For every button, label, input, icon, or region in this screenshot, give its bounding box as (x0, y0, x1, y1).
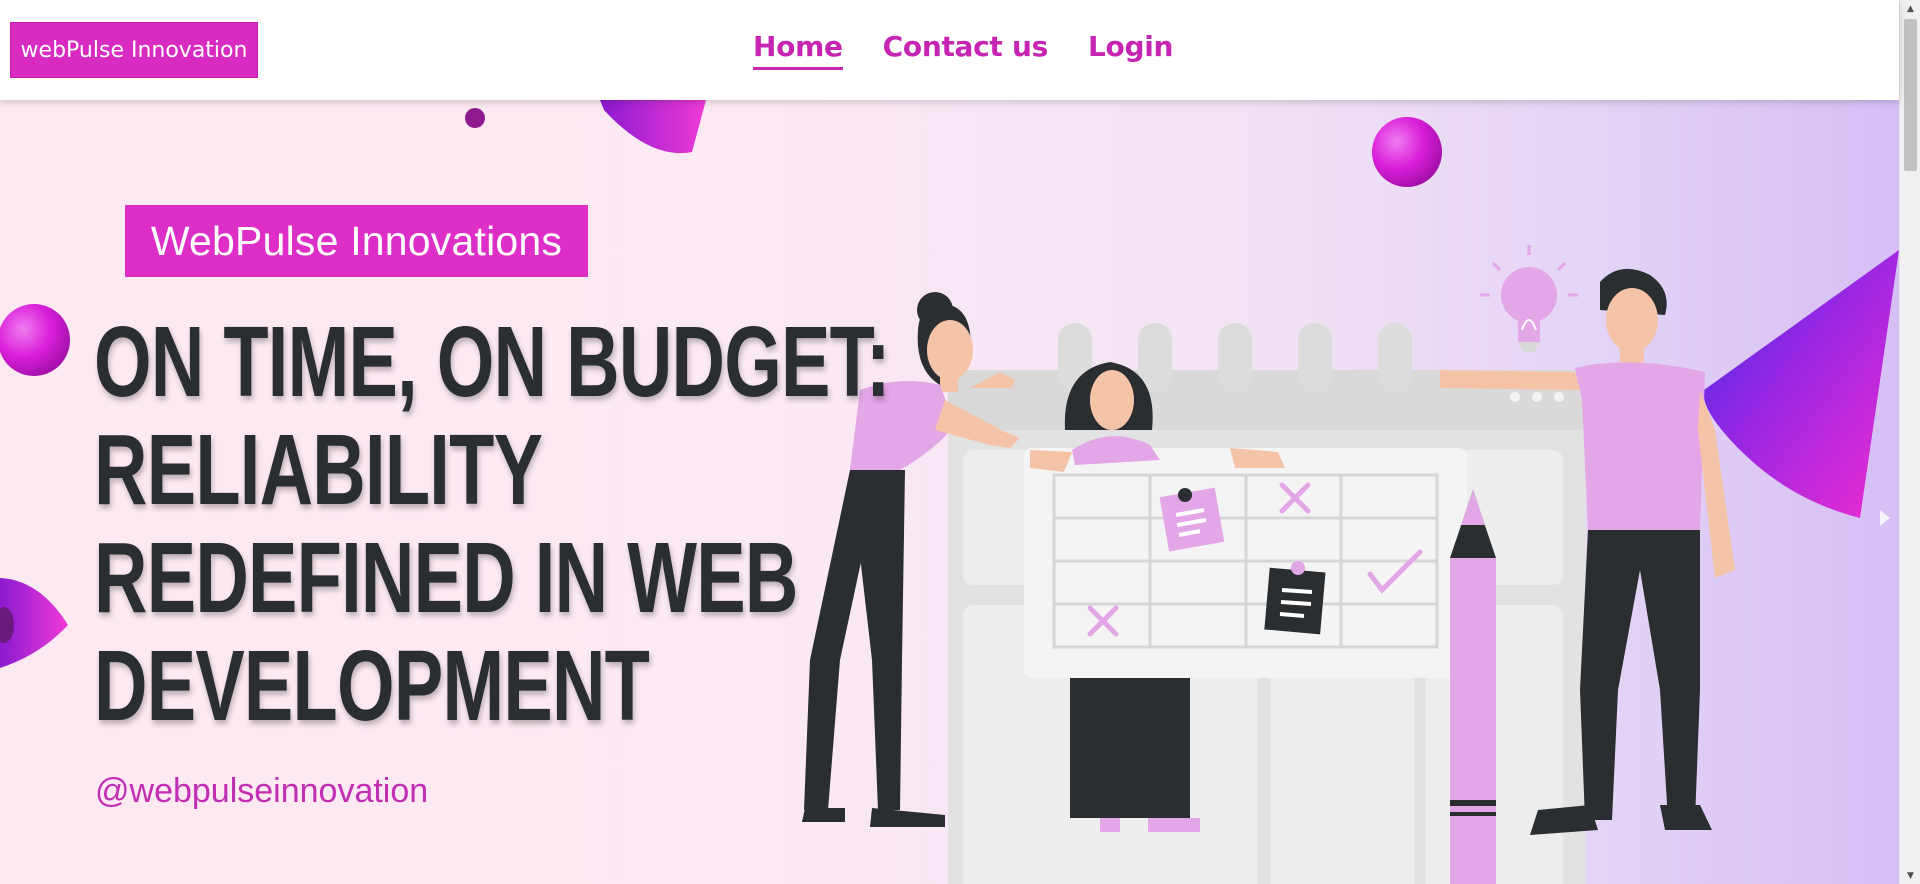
cone-decoration (1703, 250, 1899, 518)
scrollbar-thumb[interactable] (1904, 19, 1917, 171)
vertical-scrollbar[interactable]: ▲ ▼ (1899, 0, 1920, 884)
social-handle: @webpulseinnovation (95, 772, 429, 810)
nav-login-link[interactable]: Login (1088, 30, 1173, 70)
headline-line: Reliability (94, 414, 543, 526)
headline-line: Redefined in Web (94, 522, 798, 634)
nav-contact-link[interactable]: Contact us (883, 30, 1049, 70)
sphere-decoration (0, 304, 70, 376)
hero-headline: On Time, On Budget: Reliability Redefine… (94, 306, 891, 742)
lightbulb-icon (1480, 245, 1578, 352)
schedule-card (1024, 448, 1467, 678)
brand-logo-button[interactable]: webPulse Innovation (10, 22, 258, 78)
headline-line: Development (94, 630, 650, 742)
scroll-up-icon[interactable]: ▲ (1900, 0, 1920, 17)
hero-banner: WebPulse Innovations On Time, On Budget:… (0, 100, 1899, 884)
top-navbar: webPulse Innovation Home Contact us Logi… (0, 0, 1899, 100)
scroll-down-icon[interactable]: ▼ (1900, 867, 1920, 884)
carousel-next-icon[interactable] (1880, 510, 1890, 526)
headline-line: On Time, On Budget: (94, 306, 891, 418)
dot-decoration (465, 108, 485, 128)
sphere-decoration (1372, 117, 1442, 187)
nav-home-link[interactable]: Home (753, 30, 843, 70)
cone-decoration (600, 100, 706, 154)
main-nav: Home Contact us Login (753, 30, 1173, 70)
tagline-badge: WebPulse Innovations (125, 205, 588, 277)
pencil-illustration (1450, 490, 1496, 884)
tagline-text: WebPulse Innovations (150, 217, 563, 264)
page: webPulse Innovation Home Contact us Logi… (0, 0, 1920, 884)
